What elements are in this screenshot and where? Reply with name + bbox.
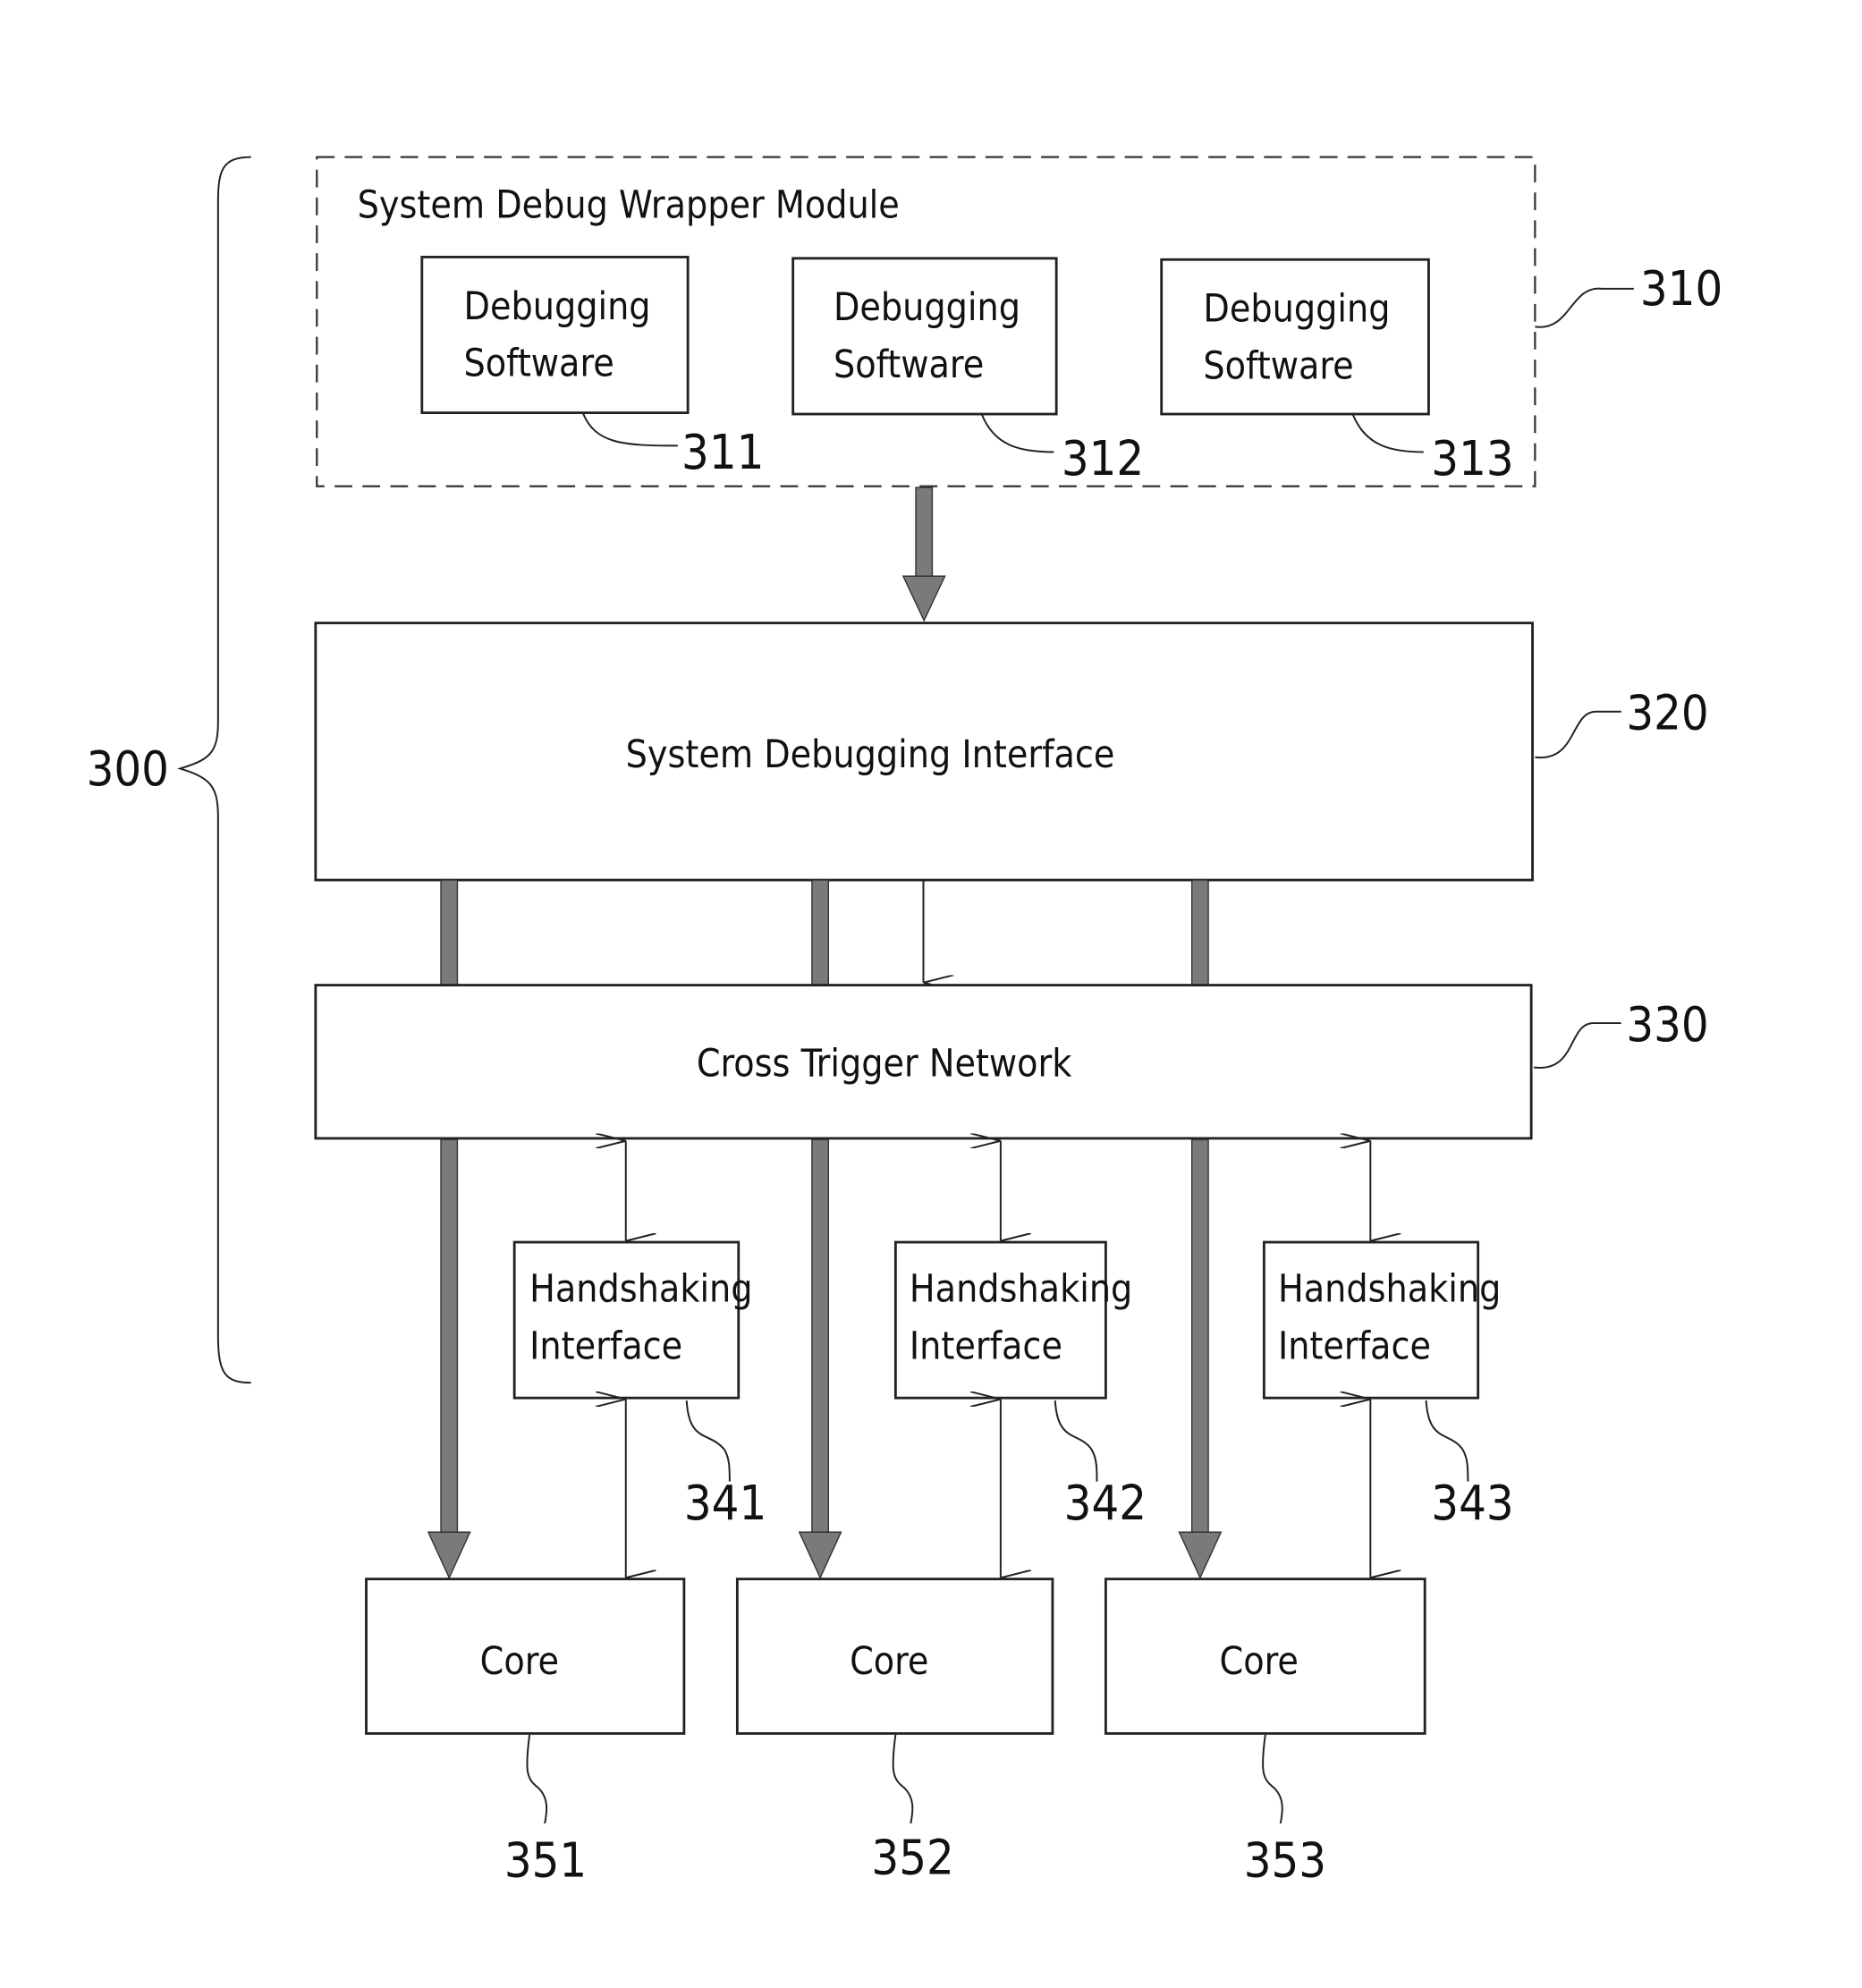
handshaking-label-line1: Handshaking: [910, 1268, 1132, 1312]
bus-arrow-to-core-3: [1178, 1138, 1223, 1579]
ref-330: 330: [1626, 996, 1708, 1053]
handshaking-label-line2: Interface: [529, 1324, 682, 1368]
handshaking-label-line1: Handshaking: [529, 1268, 752, 1312]
debug-system-diagram: 300 System Debug Wrapper Module 310 Debu…: [87, 156, 1722, 1888]
system-debugging-interface: System Debugging Interface 320: [314, 622, 1709, 882]
handshaking-label-line2: Interface: [910, 1324, 1062, 1368]
interface-label: System Debugging Interface: [626, 733, 1115, 777]
ref-351: 351: [504, 1831, 587, 1888]
bus-segment-1: [440, 879, 459, 986]
bus-arrow-wrapper-to-interface: [901, 486, 946, 622]
bus-segment-3: [1190, 879, 1209, 986]
bus-arrow-to-core-2: [798, 1138, 842, 1579]
ref-341: 341: [684, 1475, 766, 1531]
cross-trigger-network: Cross Trigger Network 330: [314, 984, 1709, 1140]
handshaking-interface-342: Handshaking Interface 342: [893, 1141, 1147, 1578]
ref-312: 312: [1062, 430, 1144, 486]
handshaking-interface-341: Handshaking Interface 341: [512, 1141, 766, 1578]
core-label: Core: [480, 1640, 559, 1684]
core-label: Core: [850, 1640, 928, 1684]
debugging-software-313: Debugging Software 313: [1160, 258, 1514, 486]
software-label-line1: Debugging: [834, 286, 1020, 330]
ref-311: 311: [681, 424, 764, 480]
software-label-line1: Debugging: [1203, 288, 1390, 332]
network-label: Cross Trigger Network: [697, 1043, 1072, 1087]
software-label-line2: Software: [1203, 344, 1353, 388]
ref-343: 343: [1431, 1475, 1513, 1531]
core-351: Core 351: [365, 1578, 686, 1888]
handshaking-label-line1: Handshaking: [1278, 1268, 1501, 1312]
core-353: Core 353: [1104, 1578, 1426, 1888]
ref-313: 313: [1431, 430, 1513, 486]
ref-310: 310: [1640, 260, 1722, 317]
system-brace: 300: [87, 156, 251, 1384]
ref-320: 320: [1626, 685, 1708, 741]
wrapper-title: System Debug Wrapper Module: [358, 184, 900, 228]
bus-arrow-to-core-1: [427, 1138, 471, 1579]
debugging-software-311: Debugging Software 311: [420, 256, 764, 480]
software-label-line2: Software: [464, 343, 614, 386]
handshaking-label-line2: Interface: [1278, 1324, 1431, 1368]
ref-353: 353: [1244, 1831, 1326, 1888]
software-label-line1: Debugging: [464, 285, 651, 329]
core-352: Core 352: [735, 1578, 1054, 1886]
bus-segment-2: [811, 879, 830, 986]
ref-342: 342: [1064, 1475, 1147, 1531]
ref-300: 300: [87, 740, 169, 797]
ref-352: 352: [871, 1830, 953, 1886]
handshaking-interface-343: Handshaking Interface 343: [1262, 1141, 1514, 1578]
debugging-software-312: Debugging Software 312: [791, 257, 1144, 486]
software-label-line2: Software: [834, 343, 984, 387]
core-label: Core: [1220, 1640, 1299, 1684]
